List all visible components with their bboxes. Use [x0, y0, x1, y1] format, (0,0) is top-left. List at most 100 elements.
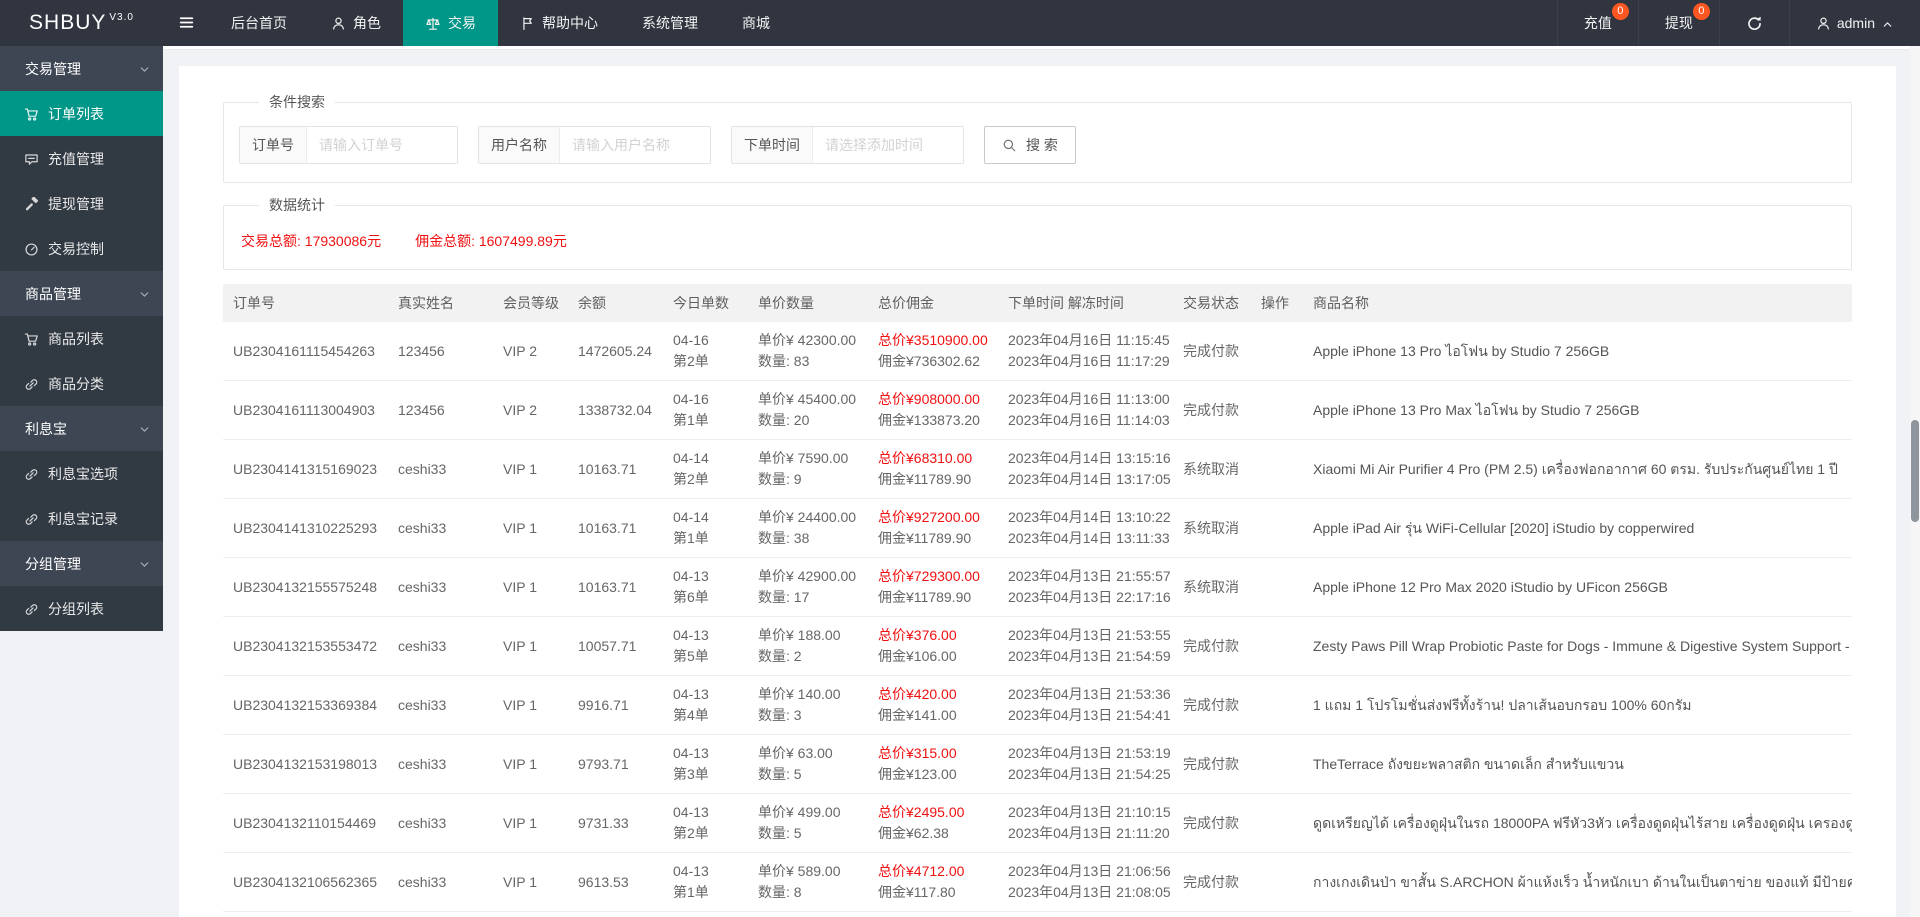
cell-product-name: Apple iPhone 13 Pro ไอโฟน by Studio 7 25…: [1303, 322, 1852, 381]
cell-total-commission: 总价¥908000.00 佣金¥133873.20: [868, 380, 998, 440]
nav-item-system[interactable]: 系统管理: [620, 0, 720, 46]
sidebar-toggle-button[interactable]: [163, 0, 209, 46]
cell-product-name: Apple iPhone 12 Pro Max 2020 iStudio by …: [1303, 557, 1852, 617]
sidebar-item-label: 交易控制: [48, 240, 104, 257]
nav-item-help-center[interactable]: 帮助中心: [498, 0, 620, 46]
cell-order-no: UB2304141315169023: [223, 439, 388, 499]
cell-actions: [1251, 557, 1303, 617]
cell-total-commission: 总价¥68310.00 佣金¥11789.90: [868, 439, 998, 499]
sidebar-group-interest-treasure[interactable]: 利息宝: [0, 406, 163, 451]
sidebar-item-withdraw-management[interactable]: 提现管理: [0, 181, 163, 226]
cart-icon: [24, 330, 39, 347]
cell-real-name: ceshi33: [388, 498, 493, 558]
cell-unit-price-qty: 单价¥ 140.00 数量: 3: [748, 675, 868, 735]
sidebar-group-trade-management[interactable]: 交易管理: [0, 46, 163, 91]
sidebar-item-group-list[interactable]: 分组列表: [0, 586, 163, 631]
cell-balance: 9916.71: [568, 675, 663, 735]
top-nav: 后台首页 角色 交易 帮助中心 系统管理 商城: [209, 0, 792, 46]
cell-balance: 9731.33: [568, 793, 663, 853]
sidebar-group-product-management[interactable]: 商品管理: [0, 271, 163, 316]
cell-balance: 10163.71: [568, 557, 663, 617]
cell-order-no: UB2304132153369384: [223, 675, 388, 735]
search-button[interactable]: 搜 索: [984, 126, 1076, 164]
commission-total: 佣金总额: 1607499.89元: [415, 233, 567, 249]
order-time-input[interactable]: [813, 127, 963, 163]
col-header-real-name: 真实姓名: [388, 284, 493, 322]
order-table-body: UB2304161115454263 123456 VIP 2 1472605.…: [223, 322, 1852, 912]
cell-trade-status: 系统取消: [1173, 439, 1251, 499]
nav-item-dashboard[interactable]: 后台首页: [209, 0, 309, 46]
sidebar-item-recharge-management[interactable]: 充值管理: [0, 136, 163, 181]
cell-trade-status: 完成付款: [1173, 793, 1251, 853]
cell-today-orders: 04-16 第1单: [663, 380, 748, 440]
cell-order-no: UB2304132153198013: [223, 734, 388, 794]
sidebar-item-interest-options[interactable]: 利息宝选项: [0, 451, 163, 496]
table-row: UB2304161113004903 123456 VIP 2 1338732.…: [223, 380, 1852, 440]
refresh-button[interactable]: [1718, 0, 1789, 46]
order-table-wrap: 订单号 真实姓名 会员等级 余额 今日单数 单价数量 总价佣金 下单时间 解冻时…: [223, 284, 1852, 912]
cell-total-commission: 总价¥3510900.00 佣金¥736302.62: [868, 322, 998, 381]
cell-real-name: ceshi33: [388, 675, 493, 735]
nav-label: 交易: [448, 15, 476, 31]
sidebar-group-label: 利息宝: [25, 420, 67, 437]
cell-vip-level: VIP 2: [493, 380, 568, 440]
cell-unit-price-qty: 单价¥ 63.00 数量: 5: [748, 734, 868, 794]
col-header-actions: 操作: [1251, 284, 1303, 322]
sidebar-item-label: 提现管理: [48, 195, 104, 212]
cart-icon: [24, 105, 39, 122]
cell-vip-level: VIP 2: [493, 322, 568, 381]
chevron-up-icon: [1881, 15, 1894, 31]
vertical-scrollbar[interactable]: [1910, 46, 1920, 917]
sidebar-item-product-list[interactable]: 商品列表: [0, 316, 163, 361]
sidebar-item-product-category[interactable]: 商品分类: [0, 361, 163, 406]
cell-unit-price-qty: 单价¥ 589.00 数量: 8: [748, 852, 868, 912]
cell-order-time: 2023年04月13日 21:10:15 2023年04月13日 21:11:2…: [998, 793, 1173, 853]
gauge-icon: [24, 240, 39, 257]
cell-vip-level: VIP 1: [493, 616, 568, 676]
nav-item-mall[interactable]: 商城: [720, 0, 792, 46]
username-input[interactable]: [560, 127, 710, 163]
cell-order-time: 2023年04月16日 11:15:45 2023年04月16日 11:17:2…: [998, 322, 1173, 381]
cell-product-name: Apple iPad Air รุ่น WiFi-Cellular [2020]…: [1303, 498, 1852, 558]
cell-order-no: UB2304132106562365: [223, 852, 388, 912]
topbar: SHBUY V3.0 后台首页 角色 交易 帮助中心 系统管理 商城 充值 0 …: [0, 0, 1920, 46]
order-time-field-label: 下单时间: [732, 127, 813, 163]
cell-vip-level: VIP 1: [493, 793, 568, 853]
stats-legend: 数据统计: [269, 197, 325, 213]
nav-item-trade[interactable]: 交易: [403, 0, 498, 46]
cell-actions: [1251, 852, 1303, 912]
user-menu[interactable]: admin: [1788, 0, 1920, 46]
order-no-field-label: 订单号: [240, 127, 307, 163]
recharge-button[interactable]: 充值 0: [1556, 0, 1638, 46]
nav-item-roles[interactable]: 角色: [309, 0, 403, 46]
sidebar-group-grouping-management[interactable]: 分组管理: [0, 541, 163, 586]
cell-trade-status: 系统取消: [1173, 557, 1251, 617]
cell-order-time: 2023年04月14日 13:10:22 2023年04月14日 13:11:3…: [998, 498, 1173, 558]
link-icon: [24, 510, 39, 527]
cell-balance: 9613.53: [568, 852, 663, 912]
order-no-input[interactable]: [307, 127, 457, 163]
search-legend: 条件搜索: [269, 94, 325, 110]
cell-unit-price-qty: 单价¥ 188.00 数量: 2: [748, 616, 868, 676]
withdraw-button[interactable]: 提现 0: [1637, 0, 1719, 46]
sidebar-item-order-list[interactable]: 订单列表: [0, 91, 163, 136]
col-header-vip-level: 会员等级: [493, 284, 568, 322]
cell-product-name: Zesty Paws Pill Wrap Probiotic Paste for…: [1303, 616, 1852, 676]
nav-label: 帮助中心: [542, 15, 598, 31]
sidebar-item-interest-records[interactable]: 利息宝记录: [0, 496, 163, 541]
cell-actions: [1251, 675, 1303, 735]
order-no-field-group: 订单号: [239, 126, 458, 164]
scrollbar-thumb[interactable]: [1911, 420, 1919, 522]
cell-order-time: 2023年04月13日 21:53:55 2023年04月13日 21:54:5…: [998, 616, 1173, 676]
search-fieldset: 条件搜索 订单号 用户名称 下单时间: [223, 92, 1852, 183]
col-header-total-commission: 总价佣金: [868, 284, 998, 322]
sidebar-item-trade-control[interactable]: 交易控制: [0, 226, 163, 271]
cell-product-name: กางเกงเดินป่า ขาสั้น S.ARCHON ผ้าแห้งเร็…: [1303, 852, 1852, 912]
table-row: UB2304141315169023 ceshi33 VIP 1 10163.7…: [223, 439, 1852, 499]
cell-unit-price-qty: 单价¥ 42900.00 数量: 17: [748, 557, 868, 617]
order-table: 订单号 真实姓名 会员等级 余额 今日单数 单价数量 总价佣金 下单时间 解冻时…: [223, 284, 1852, 912]
main-area: ≫ 订单列表 条件搜索 订单号 用户名称 下单时间: [163, 0, 1920, 917]
cell-real-name: 123456: [388, 380, 493, 440]
cell-balance: 9793.71: [568, 734, 663, 794]
cell-today-orders: 04-14 第2单: [663, 439, 748, 499]
